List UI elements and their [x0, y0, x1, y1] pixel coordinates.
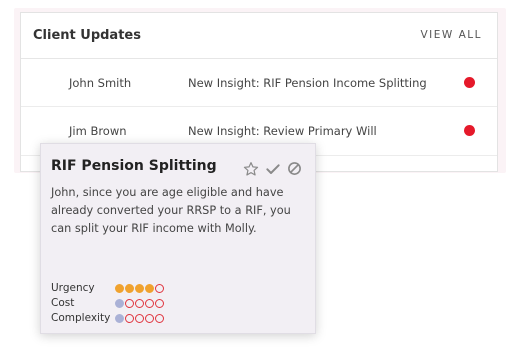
rating-dot-filled [115, 284, 124, 293]
star-outline-icon[interactable] [242, 160, 259, 177]
rating-dot-empty [155, 299, 164, 308]
panel-header: Client Updates VIEW ALL [21, 13, 497, 59]
client-name: Jim Brown [69, 124, 127, 138]
update-description: New Insight: RIF Pension Income Splittin… [188, 76, 427, 90]
check-icon[interactable] [264, 160, 281, 177]
rating-dot-filled [145, 284, 154, 293]
rating-dot-empty [155, 284, 164, 293]
complexity-rating [115, 314, 164, 323]
ban-icon[interactable] [286, 160, 303, 177]
rating-dot-empty [145, 314, 154, 323]
metric-label-cost: Cost [51, 297, 75, 309]
rating-dot-filled [125, 284, 134, 293]
rating-dot-empty [145, 299, 154, 308]
card-body-text: John, since you are age eligible and hav… [51, 186, 291, 235]
rating-dot-filled [135, 284, 144, 293]
view-all-link[interactable]: VIEW ALL [420, 29, 482, 41]
rating-dot-filled [115, 299, 124, 308]
update-description: New Insight: Review Primary Will [188, 124, 377, 138]
rating-dot-filled [115, 314, 124, 323]
client-name: John Smith [69, 76, 132, 90]
rating-dot-empty [155, 314, 164, 323]
status-indicator [464, 125, 475, 136]
update-row[interactable]: John Smith New Insight: RIF Pension Inco… [21, 58, 497, 107]
card-actions [242, 160, 303, 177]
panel-title: Client Updates [33, 28, 141, 43]
status-indicator [464, 77, 475, 88]
card-title: RIF Pension Splitting [51, 158, 217, 174]
rating-dot-empty [135, 299, 144, 308]
rating-dot-empty [125, 314, 134, 323]
rating-dot-empty [135, 314, 144, 323]
cost-rating [115, 299, 164, 308]
metric-label-complexity: Complexity [51, 312, 111, 324]
urgency-rating [115, 284, 164, 293]
metric-label-urgency: Urgency [51, 282, 95, 294]
insight-card: RIF Pension Splitting John, since you ar… [40, 143, 316, 334]
rating-dot-empty [125, 299, 134, 308]
